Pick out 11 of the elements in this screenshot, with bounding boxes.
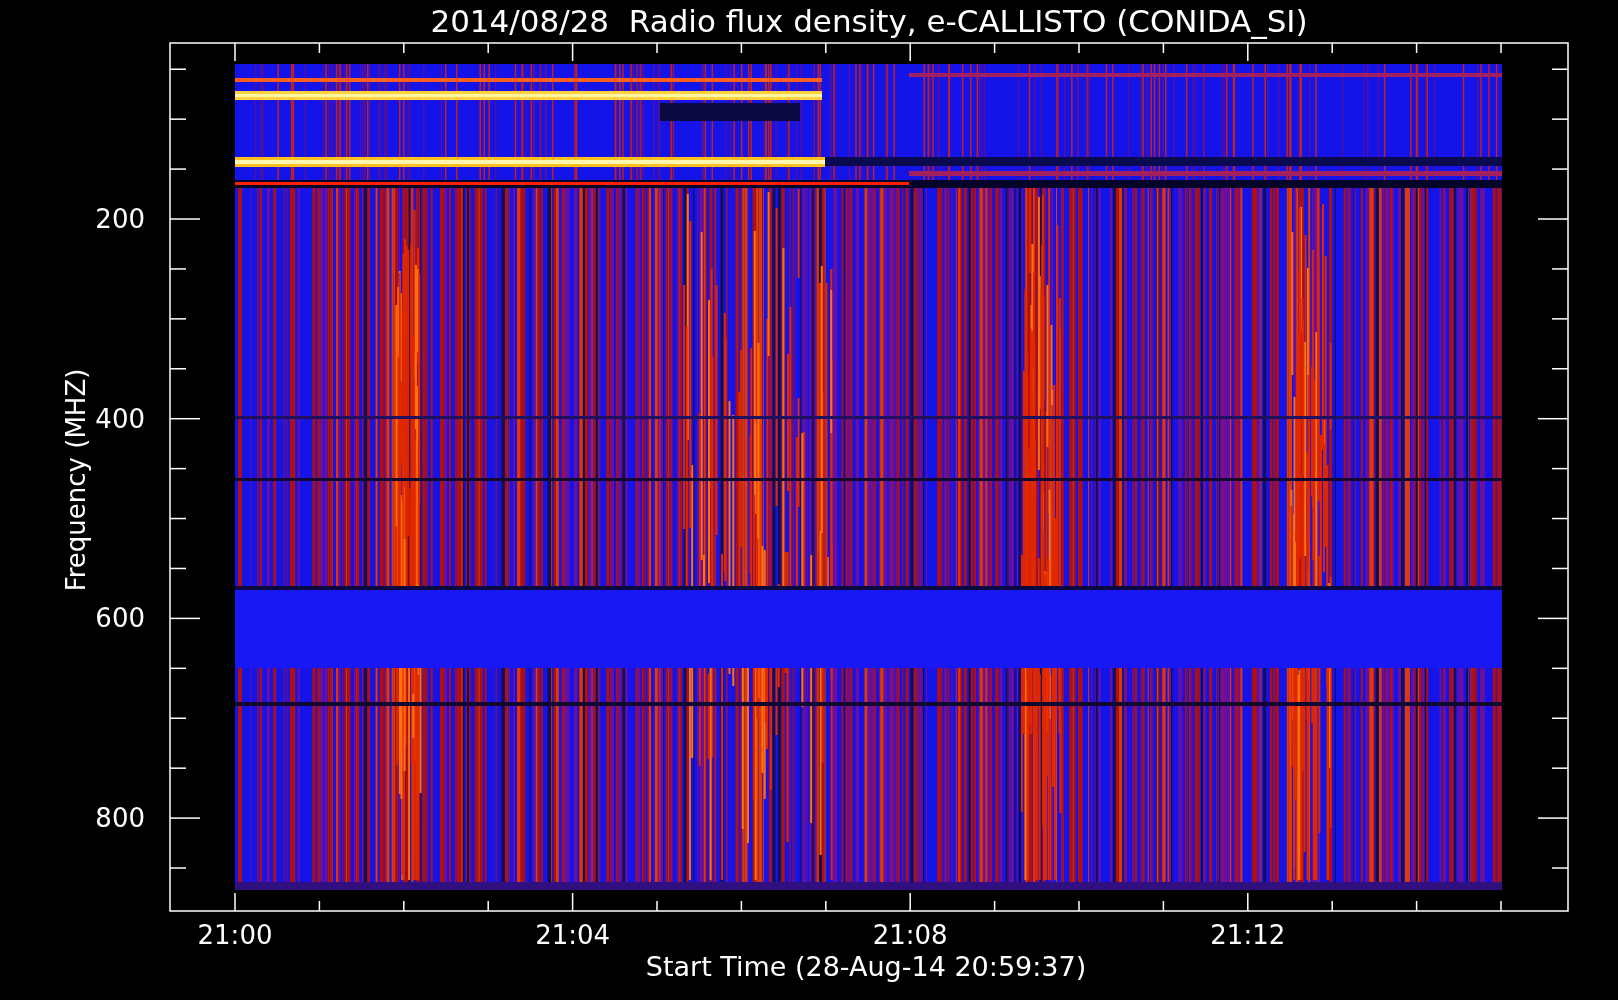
- x-axis-label: Start Time (28-Aug-14 20:59:37): [645, 951, 1087, 982]
- x-tick-label: 21:00: [197, 920, 273, 950]
- y-tick-label: 600: [95, 603, 145, 634]
- x-tick-label: 21:08: [872, 920, 948, 950]
- y-tick-label: 400: [95, 403, 145, 434]
- x-tick-label: 21:12: [1210, 920, 1286, 950]
- chart-title: 2014/08/28 Radio flux density, e-CALLISTO (CONIDA_SI): [430, 3, 1308, 39]
- y-tick-label: 800: [95, 803, 145, 834]
- x-tick-label: 21:04: [535, 920, 611, 950]
- y-axis-label: Frequency (MHZ): [61, 368, 91, 592]
- y-tick-label: 200: [95, 204, 145, 234]
